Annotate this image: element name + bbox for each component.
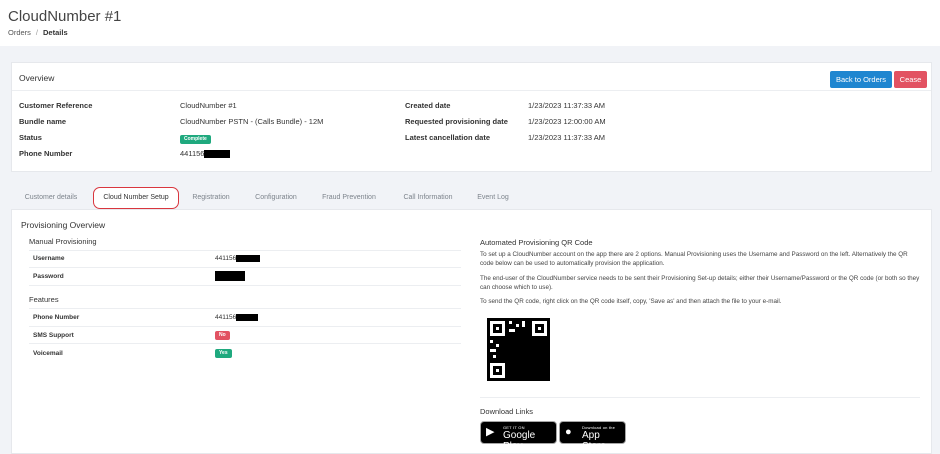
- back-to-orders-button[interactable]: Back to Orders: [830, 71, 892, 88]
- tab-bar: Customer details Cloud Number Setup Regi…: [11, 187, 932, 209]
- breadcrumb: Orders / Details: [8, 28, 68, 37]
- row-divider: [29, 343, 461, 344]
- tab-cloud-number-setup[interactable]: Cloud Number Setup: [93, 187, 179, 209]
- redacted-block: [236, 255, 261, 262]
- google-play-icon: ▶: [486, 426, 495, 438]
- page-title: CloudNumber #1: [8, 8, 122, 25]
- username-text: 441156: [215, 255, 237, 263]
- qr-module: [509, 329, 515, 332]
- sms-support-label: SMS Support: [33, 332, 74, 339]
- row-divider: [29, 250, 461, 251]
- redacted-block: [236, 314, 259, 321]
- feature-phone-number-label: Phone Number: [33, 314, 80, 321]
- status-value: Complete: [180, 133, 211, 144]
- voicemail-badge: Yes: [215, 349, 232, 358]
- provisioning-overview-title: Provisioning Overview: [21, 220, 106, 230]
- overview-card: Overview Back to Orders Cease Customer R…: [11, 62, 932, 172]
- breadcrumb-current: Details: [43, 28, 68, 37]
- tab-fraud-prevention[interactable]: Fraud Prevention: [316, 187, 382, 209]
- qr-module: [516, 324, 519, 327]
- qr-instructions-paragraph: To send the QR code, right click on the …: [480, 298, 782, 305]
- download-links-title: Download Links: [480, 407, 533, 416]
- manual-provisioning-title: Manual Provisioning: [29, 237, 97, 246]
- customer-reference-value: CloudNumber #1: [180, 101, 237, 110]
- qr-module: [493, 355, 496, 358]
- bundle-name-value: CloudNumber PSTN - (Calls Bundle) - 12M: [180, 117, 324, 126]
- created-date-value: 1/23/2023 11:37:33 AM: [528, 101, 606, 110]
- tab-call-information[interactable]: Call Information: [395, 187, 461, 209]
- tab-customer-details[interactable]: Customer details: [15, 187, 87, 209]
- tab-configuration[interactable]: Configuration: [249, 187, 303, 209]
- latest-cancellation-date-label: Latest cancellation date: [405, 133, 491, 142]
- requested-provisioning-date-label: Requested provisioning date: [405, 117, 508, 126]
- overview-divider: [12, 90, 931, 91]
- voicemail-label: Voicemail: [33, 350, 63, 357]
- google-play-large-text: Google Play: [503, 430, 536, 452]
- tab-registration[interactable]: Registration: [187, 187, 235, 209]
- created-date-label: Created date: [405, 101, 451, 110]
- qr-finder: [490, 363, 505, 378]
- qr-finder: [532, 321, 547, 336]
- status-label: Status: [19, 133, 42, 142]
- feature-phone-number-text: 441156: [215, 314, 237, 322]
- latest-cancellation-date-value: 1/23/2023 11:37:33 AM: [528, 133, 606, 142]
- qr-module: [496, 344, 499, 347]
- username-value: 441156: [215, 255, 261, 263]
- qr-instructions-paragraph: To set up a CloudNumber account on the a…: [480, 251, 908, 267]
- features-title: Features: [29, 295, 59, 304]
- qr-module: [490, 340, 493, 343]
- customer-reference-label: Customer Reference: [19, 101, 93, 110]
- status-badge: Complete: [180, 135, 211, 144]
- qr-instructions-paragraph: The end-user of the CloudNumber service …: [480, 275, 920, 291]
- row-divider: [29, 267, 461, 268]
- phone-number-label: Phone Number: [19, 149, 73, 158]
- phone-number-value: 441156: [180, 149, 231, 159]
- qr-module: [490, 349, 496, 352]
- cease-button[interactable]: Cease: [894, 71, 927, 88]
- qr-module: [509, 321, 512, 324]
- breadcrumb-separator: /: [35, 28, 39, 37]
- phone-number-text: 441156: [180, 149, 205, 158]
- password-value: [215, 271, 245, 281]
- row-divider: [29, 308, 461, 309]
- row-divider: [29, 326, 461, 327]
- overview-title: Overview: [19, 73, 55, 83]
- password-label: Password: [33, 273, 64, 280]
- requested-provisioning-date-value: 1/23/2023 12:00:00 AM: [528, 117, 606, 126]
- qr-section-title: Automated Provisioning QR Code: [480, 238, 593, 247]
- app-store-large-text: App Store: [582, 430, 606, 452]
- qr-finder: [490, 321, 505, 336]
- apple-icon: ●: [565, 426, 572, 438]
- page-header: CloudNumber #1 Orders / Details: [0, 0, 940, 46]
- breadcrumb-orders-link[interactable]: Orders: [8, 28, 31, 37]
- row-divider: [29, 285, 461, 286]
- google-play-badge[interactable]: ▶ GET IT ON Google Play: [480, 421, 557, 452]
- tab-event-log[interactable]: Event Log: [473, 187, 513, 209]
- cloud-number-setup-panel: Provisioning Overview Manual Provisionin…: [11, 209, 932, 454]
- provisioning-qr-code[interactable]: [487, 318, 550, 381]
- redacted-block: [215, 271, 245, 281]
- username-label: Username: [33, 255, 65, 262]
- sms-support-badge: No: [215, 331, 230, 340]
- redacted-block: [204, 150, 231, 159]
- voicemail-value: Yes: [215, 349, 232, 358]
- sms-support-value: No: [215, 331, 230, 340]
- bundle-name-label: Bundle name: [19, 117, 67, 126]
- feature-phone-number-value: 441156: [215, 314, 259, 322]
- app-store-badge[interactable]: ● Download on the App Store: [559, 421, 626, 452]
- qr-module: [522, 321, 525, 327]
- row-divider: [480, 397, 920, 398]
